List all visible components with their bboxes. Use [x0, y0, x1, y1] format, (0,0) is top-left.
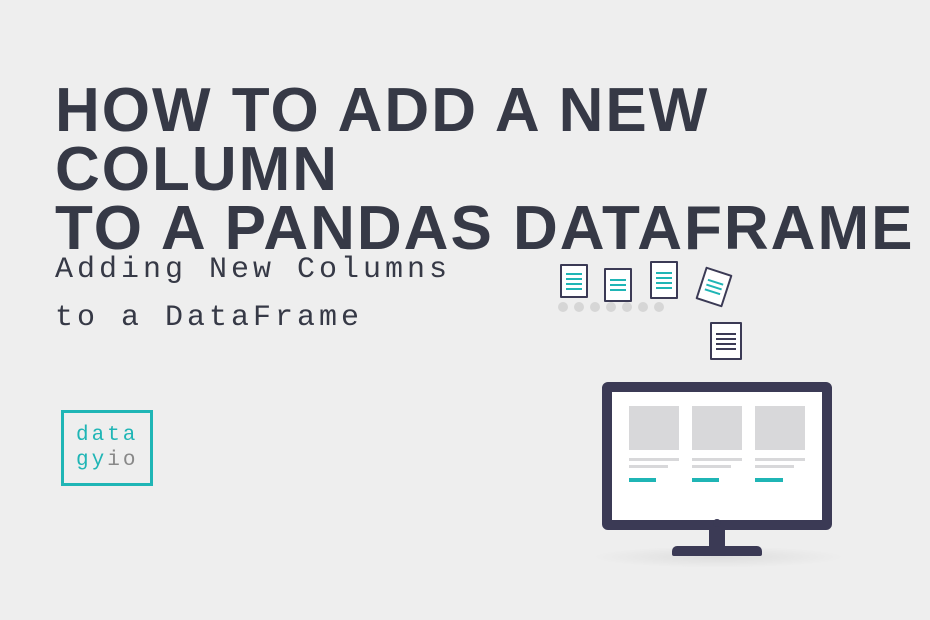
- document-icon: [604, 268, 632, 302]
- headline-line-1: HOW TO ADD A NEW COLUMN: [55, 76, 709, 204]
- monitor-screen: [602, 382, 832, 530]
- logo-text-gy: gy: [76, 449, 107, 472]
- page-subtitle: Adding New Columns to a DataFrame: [55, 246, 451, 342]
- monitor-icon: [602, 382, 832, 556]
- content-card-icon: [755, 406, 805, 482]
- dots-decoration: [558, 302, 664, 312]
- monitor-documents-illustration: [550, 256, 860, 566]
- logo-text-line-1: data: [76, 424, 138, 447]
- monitor-base: [672, 546, 762, 556]
- subtitle-line-1: Adding New Columns: [55, 253, 451, 287]
- document-icon: [710, 322, 742, 360]
- content-card-icon: [629, 406, 679, 482]
- monitor-stand: [709, 530, 725, 546]
- monitor-button-icon: [713, 519, 721, 527]
- page-title: HOW TO ADD A NEW COLUMN TO A PANDAS DATA…: [55, 82, 930, 259]
- subtitle-line-2: to a DataFrame: [55, 301, 363, 335]
- datagy-logo: data gyio: [61, 410, 153, 486]
- document-icon: [560, 264, 588, 298]
- document-icon: [695, 267, 732, 308]
- content-card-icon: [692, 406, 742, 482]
- document-icon: [650, 261, 678, 299]
- logo-text-io: io: [107, 449, 138, 472]
